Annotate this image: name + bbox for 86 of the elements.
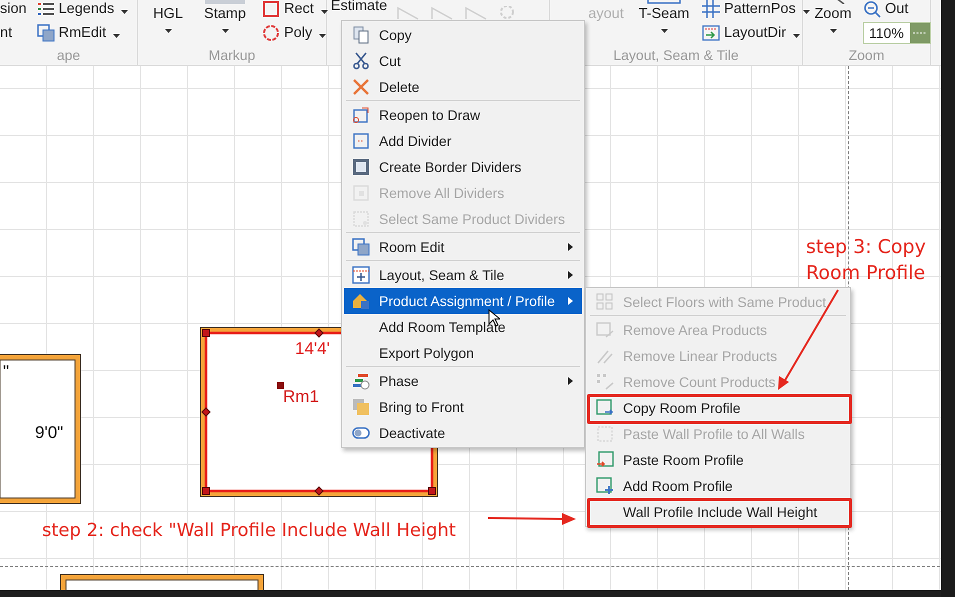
dots-icon xyxy=(596,373,614,391)
bars-icon xyxy=(352,372,370,390)
ribbon-button[interactable]: Rect xyxy=(262,0,328,21)
arrow-frame-icon xyxy=(702,24,720,42)
caret-icon xyxy=(320,10,328,14)
ribbon-button[interactable]: Stamp xyxy=(202,0,248,33)
zoom-out-icon xyxy=(863,0,881,18)
menu-item[interactable]: Bring to Front xyxy=(344,394,582,420)
corner-handle[interactable] xyxy=(202,329,210,337)
menu-item[interactable]: Add Divider xyxy=(344,128,582,154)
corner-handle[interactable] xyxy=(428,487,436,495)
menu-item[interactable]: Copy Room Profile xyxy=(588,395,848,421)
caret-icon xyxy=(222,29,228,33)
caret-icon xyxy=(164,29,172,33)
caret-icon xyxy=(121,10,128,14)
menu-item[interactable]: Cut xyxy=(344,48,582,74)
menu-item[interactable]: Export Polygon xyxy=(344,340,582,366)
ribbon-button[interactable]: Legends xyxy=(36,0,128,21)
dimension-label: " xyxy=(3,362,10,382)
annotation-text: step 3: Copy Room Profile xyxy=(806,235,927,286)
menu-item[interactable]: Add Room Template xyxy=(344,314,582,340)
submenu-arrow-icon xyxy=(568,243,573,251)
menu-item[interactable]: Layout, Seam & Tile xyxy=(344,262,582,288)
frame-brush-icon xyxy=(596,321,614,339)
cloud-icon xyxy=(262,24,280,42)
ribbon-button[interactable]: T-Seam xyxy=(638,0,690,33)
edge-handle[interactable] xyxy=(314,486,324,496)
annotation-text: step 2: check "Wall Profile Include Wall Height xyxy=(42,519,457,543)
grid-icon xyxy=(596,293,614,311)
overlapping-squares-icon xyxy=(352,238,370,256)
ribbon-button[interactable]: HGL xyxy=(148,0,188,33)
menu-item[interactable]: Reopen to Draw xyxy=(344,102,582,128)
dotted-frame-icon xyxy=(596,425,614,443)
group-label: Zoom xyxy=(848,46,886,65)
caret-icon xyxy=(319,34,326,38)
menu-item[interactable]: Paste Room Profile xyxy=(588,447,848,473)
frame-plus-icon xyxy=(596,477,614,495)
menu-item[interactable]: Phase xyxy=(344,368,582,394)
ribbon-button[interactable]: RmEdit xyxy=(36,21,128,45)
ribbon-button[interactable]: nt xyxy=(0,21,27,45)
anchor-icon xyxy=(277,382,284,389)
menu-item[interactable]: Create Border Dividers xyxy=(344,154,582,180)
grid-plus-icon xyxy=(352,266,370,284)
ribbon-button[interactable]: sion xyxy=(0,0,27,21)
zoom-field[interactable]: 110% xyxy=(863,22,931,44)
dotted-frame-icon xyxy=(352,132,370,150)
menu-item[interactable]: Wall Profile Include Wall Height xyxy=(588,499,848,525)
room-name: Rm1 xyxy=(283,387,319,407)
square-icon xyxy=(262,0,280,18)
copy-icon xyxy=(352,26,370,44)
house-icon xyxy=(352,292,370,310)
grid-icon xyxy=(702,0,720,18)
ribbon-button[interactable]: PatternPos xyxy=(702,0,810,21)
group-label: Markup xyxy=(208,46,256,65)
caret-icon xyxy=(113,34,120,38)
group-label: Layout, Seam & Tile xyxy=(612,46,740,65)
menu-item[interactable]: Copy xyxy=(344,22,582,48)
menu-item[interactable]: Add Room Profile xyxy=(588,473,848,499)
submenu-arrow-icon xyxy=(568,297,573,305)
ribbon-button[interactable]: Poly xyxy=(262,21,328,45)
ribbon-button[interactable]: Zoom xyxy=(811,0,855,33)
dimension-label: 14'4' xyxy=(295,339,330,359)
ribbon-button[interactable]: LayoutDir xyxy=(702,21,810,45)
menu-item[interactable]: Room Edit xyxy=(344,234,582,260)
group-label: ape xyxy=(56,46,82,65)
dimension-label: 9'0" xyxy=(35,423,64,443)
scissors-icon xyxy=(352,52,370,70)
menu-item[interactable]: Delete xyxy=(344,74,582,100)
edge-handle[interactable] xyxy=(201,407,211,417)
caret-icon xyxy=(802,10,810,14)
overlapping-squares-icon xyxy=(36,24,55,42)
caret-icon xyxy=(793,34,800,38)
menu-item[interactable]: Product Assignment / Profile xyxy=(344,288,582,314)
slider-icon xyxy=(910,23,930,43)
submenu-arrow-icon xyxy=(568,271,573,279)
caret-icon xyxy=(830,29,836,33)
caret-icon xyxy=(660,29,668,33)
list-icon xyxy=(36,0,55,18)
square-frame-icon xyxy=(352,158,370,176)
edge-handle[interactable] xyxy=(314,328,324,338)
stacked-squares-icon xyxy=(352,398,370,416)
delete-icon xyxy=(352,78,370,96)
menu-item[interactable]: Deactivate xyxy=(344,420,582,446)
corner-handle[interactable] xyxy=(202,487,210,495)
ribbon-button[interactable]: Out xyxy=(863,0,931,21)
submenu-arrow-icon xyxy=(568,377,573,385)
